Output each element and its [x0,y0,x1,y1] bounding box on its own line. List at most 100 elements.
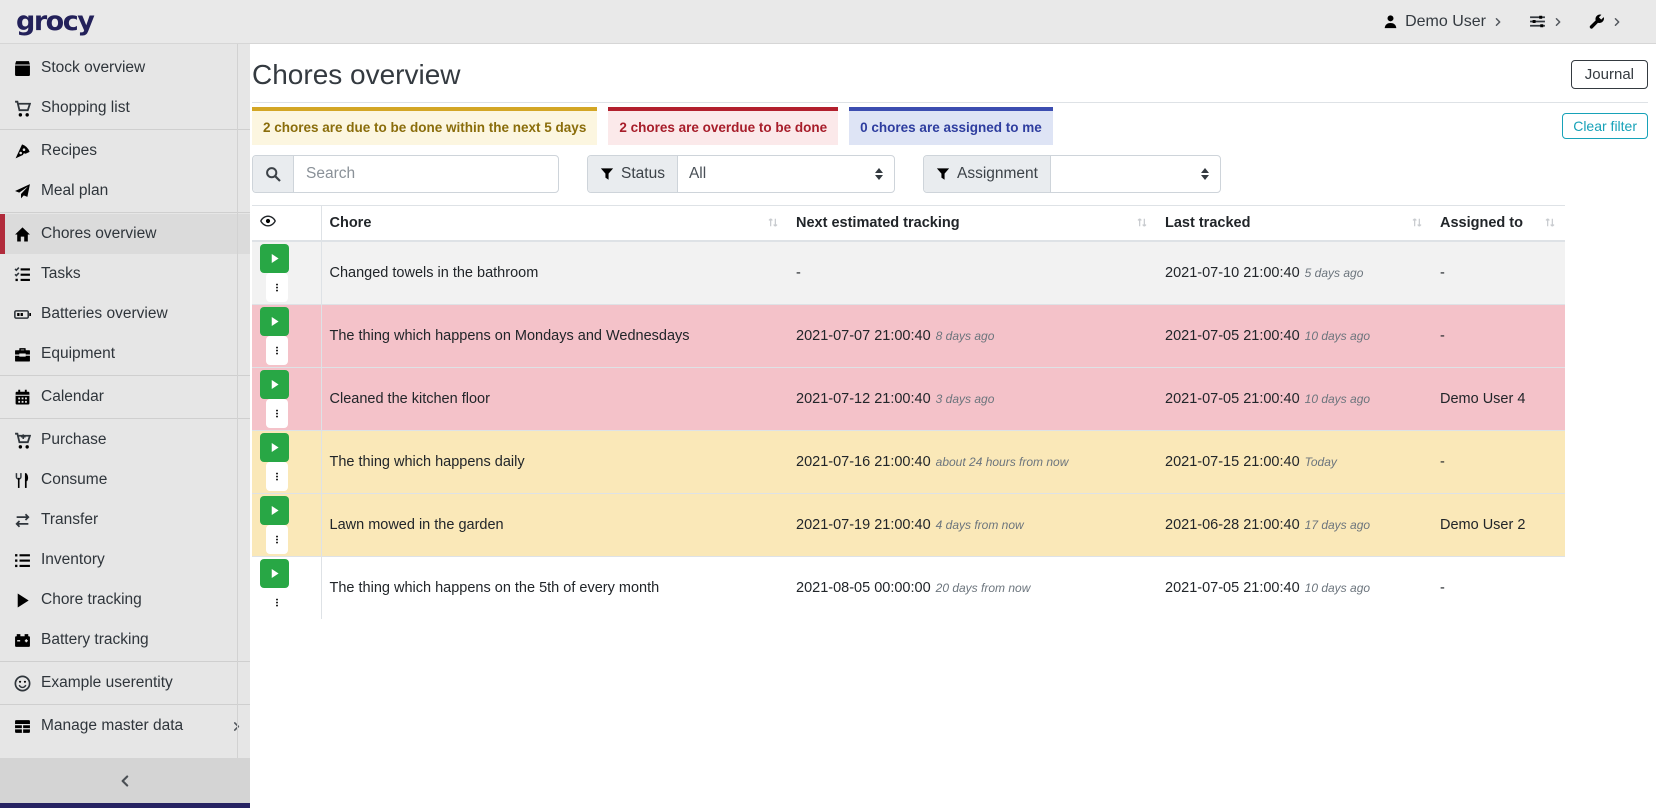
track-chore-button[interactable] [260,559,289,588]
sidebar-item-tasks[interactable]: Tasks [0,254,250,294]
track-chore-button[interactable] [260,496,289,525]
sliders-icon [1529,13,1546,30]
play-icon [268,252,281,265]
sidebar-item-equipment[interactable]: Equipment [0,334,250,374]
sort-icon [1410,215,1424,230]
sidebar-item-battery-tracking[interactable]: Battery tracking [0,620,250,660]
assigned-to-me-banner[interactable]: 0 chores are assigned to me [849,107,1053,145]
next-estimated-tracking-column-header[interactable]: Next estimated tracking [788,205,1157,241]
assigned-to-cell: - [1432,304,1565,367]
sidebar-item-label: Inventory [41,551,105,569]
play-icon [268,441,281,454]
sidebar-item-shopping-list[interactable]: Shopping list [0,88,250,128]
sort-icon [1135,215,1149,230]
user-menu[interactable]: Demo User [1383,13,1503,31]
battery-icon [14,306,31,323]
row-menu-button[interactable] [266,336,288,365]
pizza-icon [14,143,31,160]
sidebar-item-chores-overview[interactable]: Chores overview [0,214,250,254]
sidebar-item-chore-tracking[interactable]: Chore tracking [0,580,250,620]
journal-button[interactable]: Journal [1571,60,1648,89]
sidebar: Stock overview Shopping list Recipes Mea… [0,44,250,808]
sidebar-item-label: Recipes [41,142,97,160]
timeago-label: 10 days ago [1305,581,1370,595]
sidebar-item-label: Stock overview [41,59,145,77]
track-chore-button[interactable] [260,307,289,336]
row-menu-button[interactable] [266,588,288,617]
top-navbar: grocy Demo User [0,0,1656,44]
chore-column-header[interactable]: Chore [321,205,788,241]
sidebar-item-label: Chores overview [41,225,156,243]
sidebar-item-example-userentity[interactable]: Example userentity [0,663,250,703]
sidebar-item-label: Equipment [41,345,115,363]
last-tracked-column-header[interactable]: Last tracked [1157,205,1432,241]
assignment-select[interactable] [1051,156,1220,192]
table-icon [14,718,31,735]
settings-menu[interactable] [1529,13,1563,30]
column-visibility-header[interactable] [252,205,321,241]
row-menu-button[interactable] [266,525,288,554]
assigned-to-cell: - [1432,556,1565,619]
search-input[interactable] [294,156,558,192]
row-menu-button[interactable] [266,273,288,302]
sidebar-item-label: Consume [41,471,107,489]
timeago-label: 5 days ago [1305,266,1364,280]
ellipsis-v-icon [272,532,282,547]
assigned-to-column-header[interactable]: Assigned to [1432,205,1565,241]
overdue-banner[interactable]: 2 chores are overdue to be done [608,107,838,145]
sidebar-item-purchase[interactable]: Purchase [0,420,250,460]
timeago-label: 20 days from now [936,581,1031,595]
filter-icon [600,167,614,181]
tasks-icon [14,266,31,283]
exchange-icon [14,512,31,529]
track-chore-button[interactable] [260,370,289,399]
assignment-filter-label: Assignment [957,165,1038,183]
sidebar-menu: Stock overview Shopping list Recipes Mea… [0,44,250,758]
status-select[interactable]: All [678,156,894,192]
sidebar-item-label: Manage master data [41,717,183,735]
chore-name-cell: Changed towels in the bathroom [321,241,788,305]
table-row: The thing which happens daily 2021-07-16… [252,430,1565,493]
utensils-icon [14,472,31,489]
search-icon [265,166,281,182]
sidebar-divider [0,212,250,213]
last-tracked-cell: 2021-07-05 21:00:4010 days ago [1157,367,1432,430]
sidebar-item-inventory[interactable]: Inventory [0,540,250,580]
sidebar-item-calendar[interactable]: Calendar [0,377,250,417]
sidebar-divider [0,375,250,376]
ellipsis-v-icon [272,595,282,610]
row-menu-button[interactable] [266,399,288,428]
grocy-logo[interactable]: grocy [16,8,93,35]
sidebar-collapse-button[interactable] [0,758,250,803]
table-header-row: Chore Next estimated tracking Last track… [252,205,1565,241]
sort-icon [1543,215,1557,230]
due-soon-banner[interactable]: 2 chores are due to be done within the n… [252,107,597,145]
chevron-right-icon [1612,17,1622,27]
track-chore-button[interactable] [260,244,289,273]
status-filter-addon: Status [588,156,678,192]
ellipsis-v-icon [272,406,282,421]
sidebar-item-transfer[interactable]: Transfer [0,500,250,540]
sidebar-item-batteries-overview[interactable]: Batteries overview [0,294,250,334]
chore-name-cell: The thing which happens daily [321,430,788,493]
sidebar-divider [0,418,250,419]
car-battery-icon [14,632,31,649]
sidebar-item-recipes[interactable]: Recipes [0,131,250,171]
last-tracked-cell: 2021-07-15 21:00:40Today [1157,430,1432,493]
clear-filter-button[interactable]: Clear filter [1562,113,1648,139]
sidebar-item-manage-master-data[interactable]: Manage master data [0,706,250,746]
sidebar-item-stock-overview[interactable]: Stock overview [0,48,250,88]
sort-icon [766,215,780,230]
status-select-value: All [689,165,706,183]
status-banner-row: 2 chores are due to be done within the n… [252,107,1648,145]
sidebar-item-label: Example userentity [41,674,173,692]
admin-menu[interactable] [1589,14,1622,30]
track-chore-button[interactable] [260,433,289,462]
assigned-to-cell: - [1432,241,1565,305]
sidebar-item-meal-plan[interactable]: Meal plan [0,171,250,211]
sidebar-item-label: Calendar [41,388,104,406]
sidebar-item-consume[interactable]: Consume [0,460,250,500]
list-icon [14,552,31,569]
sidebar-item-label: Purchase [41,431,106,449]
row-menu-button[interactable] [266,462,288,491]
